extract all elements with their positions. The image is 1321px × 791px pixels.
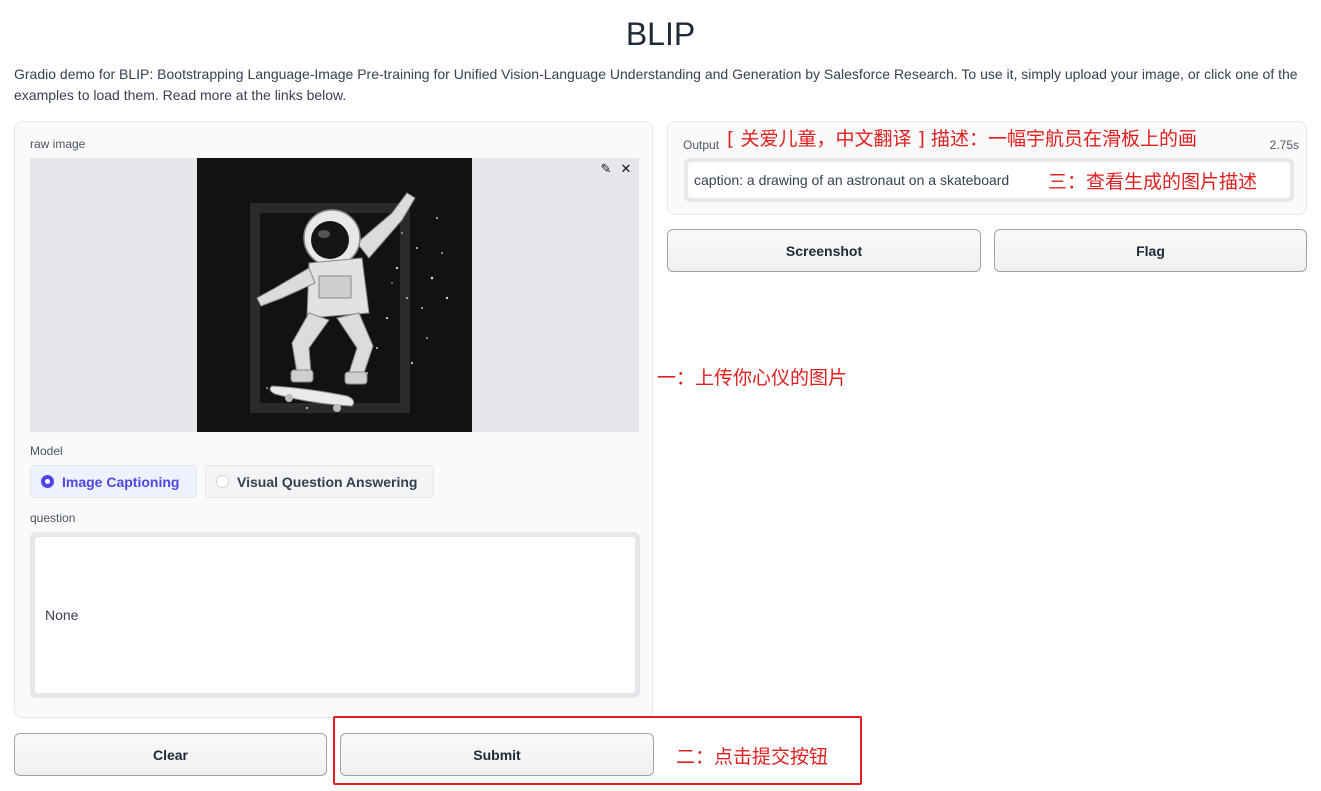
page-title: BLIP — [625, 16, 696, 52]
radio-unselected-icon — [216, 475, 229, 488]
model-radio-group: Image Captioning Visual Question Answeri… — [30, 465, 434, 498]
flag-button[interactable]: Flag — [994, 229, 1307, 272]
radio-visual-question-answering[interactable]: Visual Question Answering — [205, 465, 434, 498]
model-label: Model — [30, 444, 63, 458]
pencil-icon[interactable]: ✎ — [599, 160, 613, 178]
input-panel: raw image ✎ ✕ Model Image Captioning Vis… — [14, 121, 653, 718]
close-icon[interactable]: ✕ — [619, 160, 633, 178]
step3-annotation: 三：查看生成的图片描述 — [1044, 167, 1262, 194]
radio-label: Visual Question Answering — [237, 473, 418, 490]
image-upload-area[interactable]: ✎ ✕ — [30, 158, 639, 432]
output-label: Output — [683, 138, 720, 152]
uploaded-image — [197, 158, 472, 432]
radio-image-captioning[interactable]: Image Captioning — [30, 465, 197, 498]
question-field-frame: None — [30, 532, 640, 698]
page-description: Gradio demo for BLIP: Bootstrapping Lang… — [14, 66, 1298, 103]
step2-annotation: 二：点击提交按钮 — [676, 746, 829, 768]
radio-selected-icon — [41, 475, 54, 488]
question-textarea[interactable]: None — [35, 537, 635, 693]
step1-annotation: 一：上传你心仪的图片 — [657, 367, 848, 389]
astronaut-skateboard-image — [197, 158, 472, 432]
question-label: question — [30, 511, 76, 525]
screenshot-button[interactable]: Screenshot — [667, 229, 981, 272]
image-label: raw image — [30, 137, 86, 151]
clear-button[interactable]: Clear — [14, 733, 327, 776]
radio-label: Image Captioning — [62, 473, 180, 490]
caption-translation-annotation: [ 关爱儿童，中文翻译 ] 描述：一幅宇航员在滑板上的画 — [727, 128, 1197, 150]
elapsed-time: 2.75s — [1269, 138, 1299, 152]
